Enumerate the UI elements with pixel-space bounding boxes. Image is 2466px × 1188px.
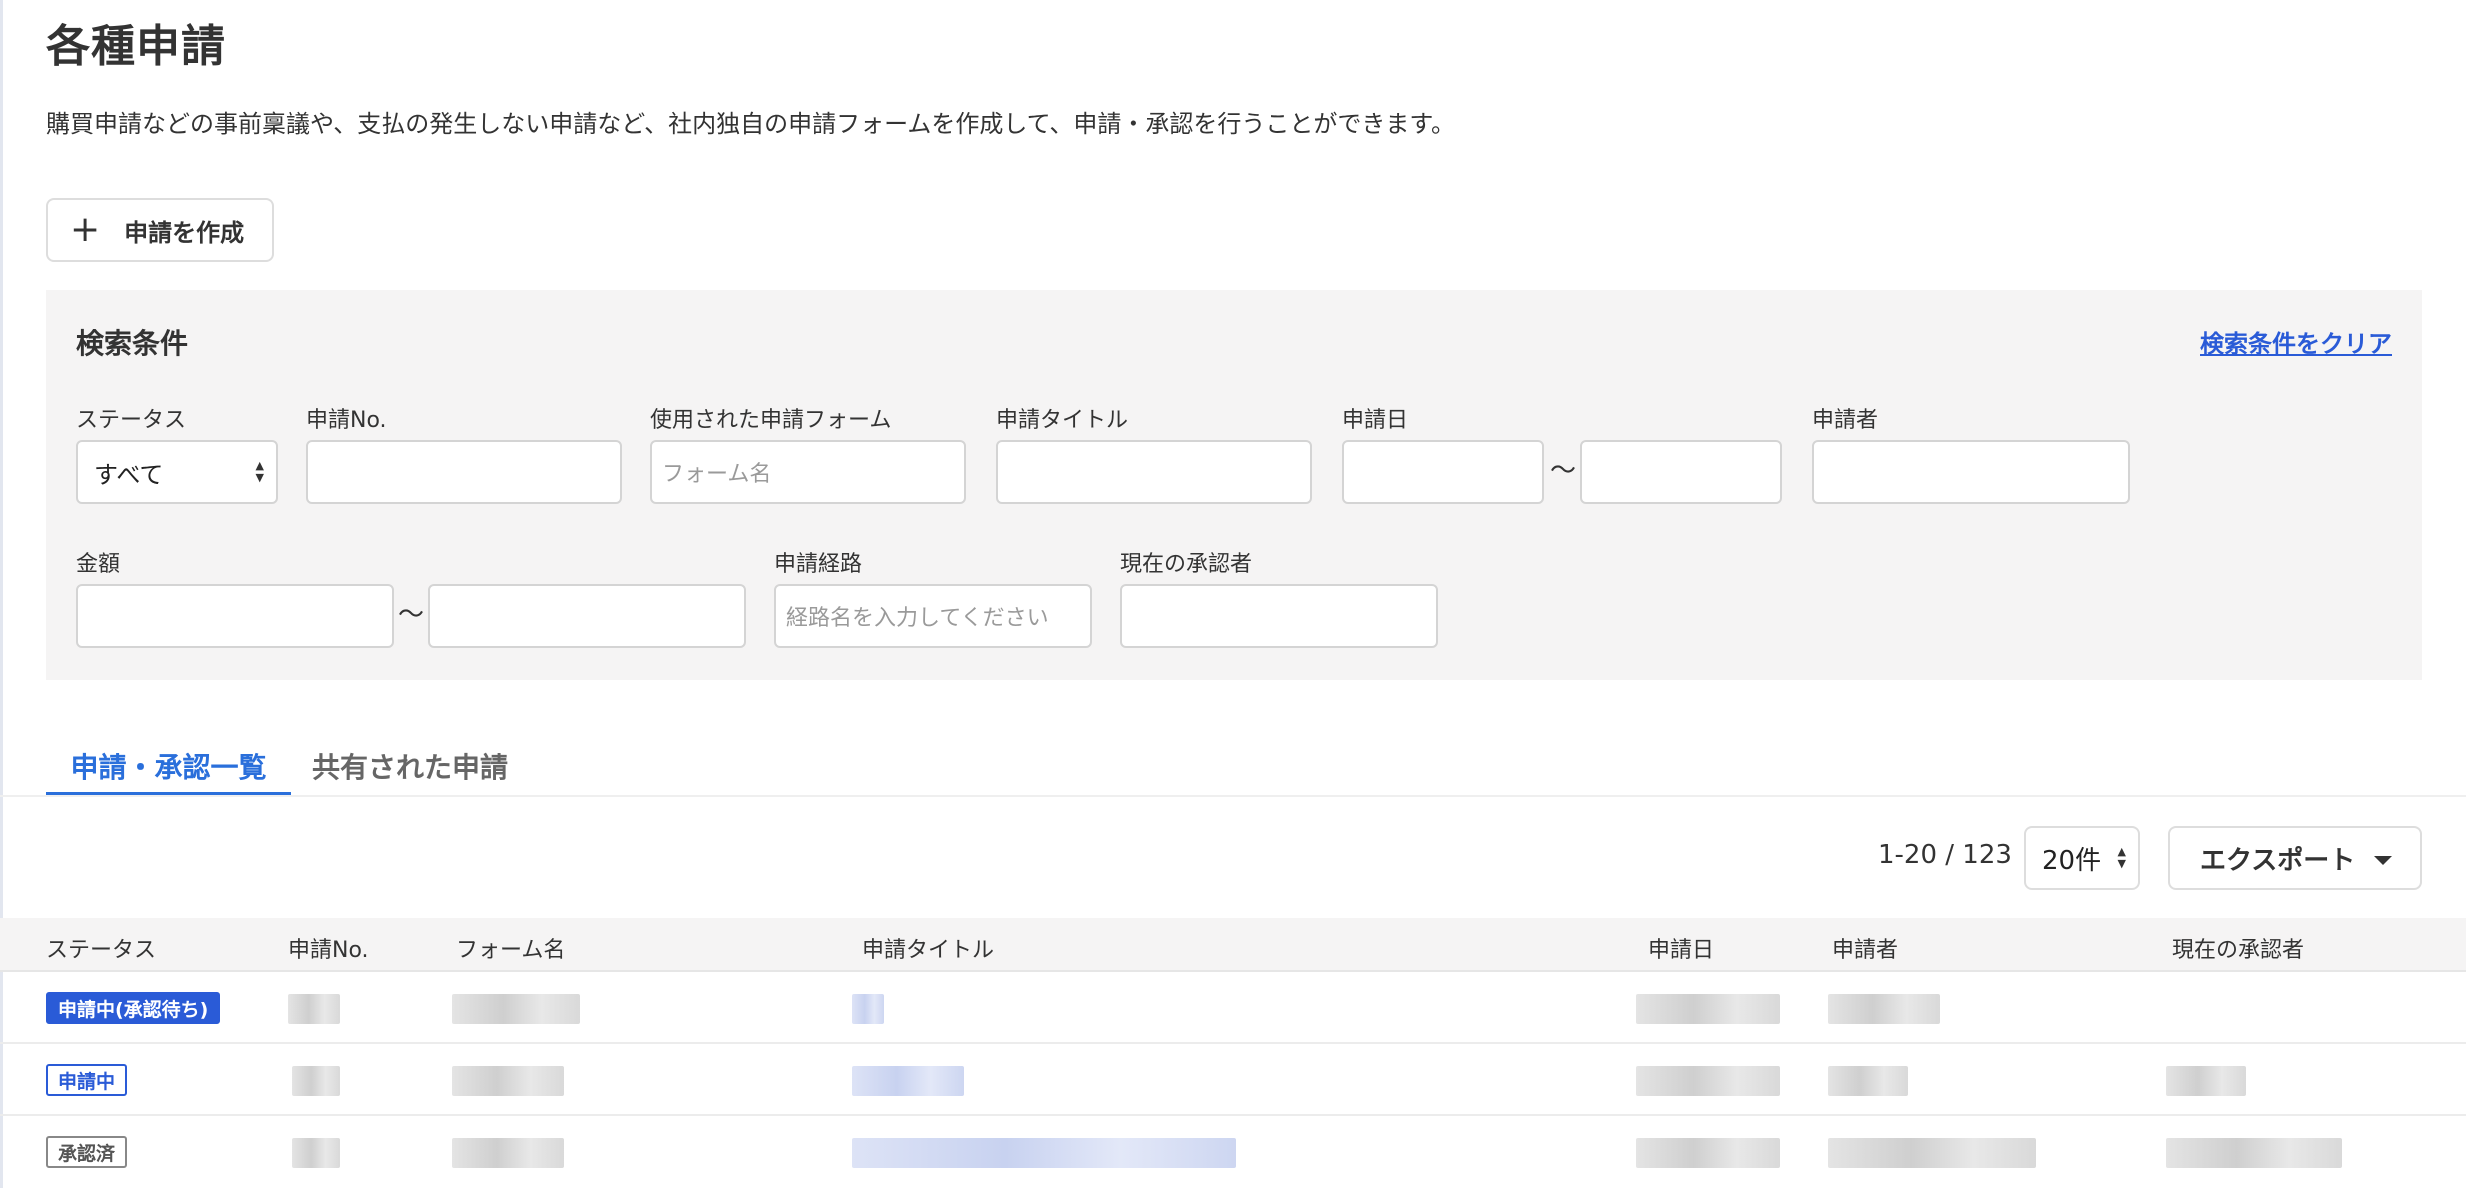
status-badge: 承認済 [46, 1136, 128, 1168]
redacted-form-name [452, 994, 580, 1024]
approver-input[interactable] [1120, 584, 1438, 648]
date-from-input[interactable] [1342, 440, 1544, 504]
redacted-form-name [452, 1066, 564, 1096]
pagination-count: 1-20 / 123 [1878, 840, 2012, 870]
date-to-input[interactable] [1580, 440, 1782, 504]
number-input[interactable] [306, 440, 622, 504]
select-arrows-icon: ▲ ▼ [255, 459, 264, 484]
redacted-title [852, 994, 884, 1024]
status-select-value: すべて [94, 460, 164, 489]
col-applicant[interactable]: 申請者 [1832, 932, 1898, 964]
tab-divider [0, 795, 2466, 797]
applicant-input[interactable] [1812, 440, 2130, 504]
redacted-applicant [1828, 1138, 2036, 1168]
col-title[interactable]: 申請タイトル [862, 932, 994, 964]
redacted-approver [2166, 1066, 2246, 1096]
date-label: 申請日 [1342, 408, 1409, 433]
redacted-date [1636, 994, 1780, 1024]
amount-to-input[interactable] [428, 584, 746, 648]
form-label: 使用された申請フォーム [650, 408, 892, 433]
redacted-number [292, 1066, 340, 1096]
tab-requests-approvals[interactable]: 申請・承認一覧 [46, 738, 291, 796]
status-select[interactable]: すべて ▲ ▼ [76, 440, 278, 504]
col-number[interactable]: 申請No. [288, 932, 369, 964]
status-label: ステータス [76, 408, 187, 433]
route-input[interactable]: 経路名を入力してください [774, 584, 1092, 648]
route-label: 申請経路 [774, 552, 863, 577]
search-panel: 検索条件 検索条件をクリア ステータス すべて ▲ ▼ 申請No. 使用された申請… [46, 290, 2422, 680]
tab-shared-requests[interactable]: 共有された申請 [312, 738, 562, 796]
redacted-approver [2166, 1138, 2342, 1168]
redacted-title [852, 1138, 1236, 1168]
status-badge: 申請中(承認待ち) [46, 992, 221, 1024]
export-label: エクスポート [2200, 845, 2356, 876]
page-title: 各種申請 [46, 21, 226, 72]
export-button[interactable]: エクスポート [2168, 826, 2422, 890]
redacted-title [852, 1066, 964, 1096]
create-request-button[interactable]: + 申請を作成 [46, 198, 274, 262]
redacted-form-name [452, 1138, 564, 1168]
select-arrows-icon: ▲ ▼ [2117, 845, 2126, 870]
date-range-tilde: 〜 [1550, 456, 1577, 486]
chevron-down-icon [2374, 856, 2392, 865]
col-date[interactable]: 申請日 [1648, 932, 1714, 964]
form-name-input[interactable]: フォーム名 [650, 440, 966, 504]
plus-icon: + [70, 209, 101, 250]
status-badge: 申請中 [46, 1064, 128, 1096]
col-form-name[interactable]: フォーム名 [456, 932, 565, 964]
applicant-label: 申請者 [1812, 408, 1879, 433]
page-description: 購買申請などの事前稟議や、支払の発生しない申請など、社内独自の申請フォームを作成… [46, 110, 1456, 138]
create-request-label: 申請を作成 [124, 218, 245, 247]
table-header: ステータス 申請No. フォーム名 申請タイトル 申請日 申請者 現在の承認者 [0, 918, 2466, 972]
redacted-applicant [1828, 994, 1940, 1024]
search-panel-title: 検索条件 [76, 327, 189, 360]
form-name-placeholder: フォーム名 [662, 462, 772, 487]
redacted-number [292, 1138, 340, 1168]
amount-label: 金額 [76, 552, 121, 577]
approver-label: 現在の承認者 [1120, 552, 1253, 577]
redacted-date [1636, 1138, 1780, 1168]
table-row[interactable]: 承認済 [0, 1116, 2466, 1188]
amount-range-tilde: 〜 [398, 600, 425, 630]
redacted-applicant [1828, 1066, 1908, 1096]
number-label: 申請No. [306, 408, 387, 433]
amount-from-input[interactable] [76, 584, 394, 648]
clear-search-link[interactable]: 検索条件をクリア [2200, 324, 2392, 359]
title-label: 申請タイトル [996, 408, 1129, 433]
col-status[interactable]: ステータス [46, 932, 156, 964]
per-page-select[interactable]: 20件 ▲ ▼ [2024, 826, 2140, 890]
title-input[interactable] [996, 440, 1312, 504]
col-approver[interactable]: 現在の承認者 [2172, 932, 2304, 964]
redacted-date [1636, 1066, 1780, 1096]
table-row[interactable]: 申請中(承認待ち) [0, 972, 2466, 1044]
redacted-number [288, 994, 340, 1024]
route-placeholder: 経路名を入力してください [786, 606, 1049, 631]
table-row[interactable]: 申請中 [0, 1044, 2466, 1116]
per-page-value: 20件 [2042, 845, 2102, 876]
